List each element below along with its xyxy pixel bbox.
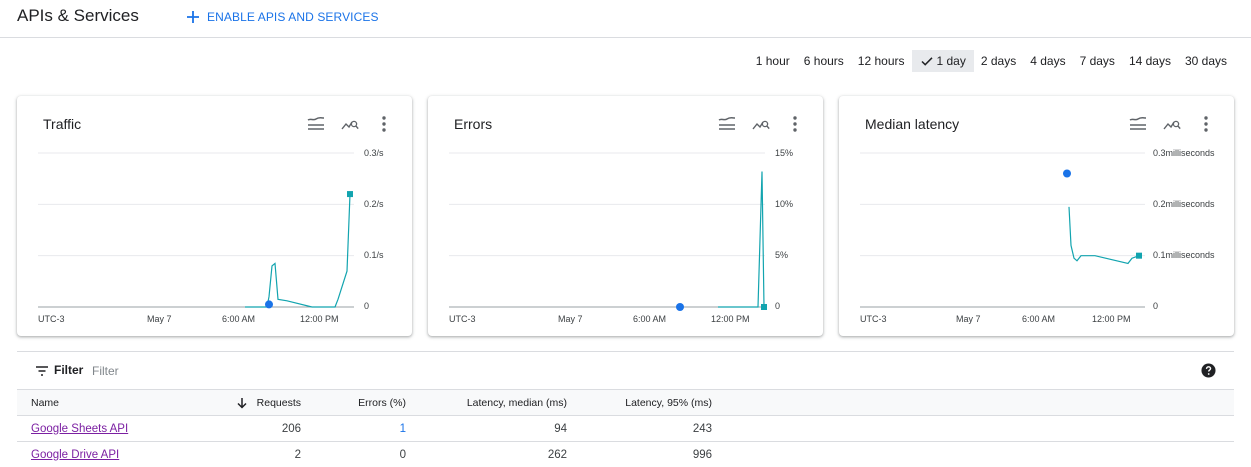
series-line xyxy=(245,194,351,308)
y-tick-label: 0 xyxy=(364,301,369,311)
column-header-latency-median[interactable]: Latency, median (ms) xyxy=(417,390,567,415)
latency-95-value: 996 xyxy=(692,448,712,461)
time-option-12-hours[interactable]: 12 hours xyxy=(851,50,912,72)
x-tick-label: 6:00 AM xyxy=(633,314,666,324)
y-tick-label: 0.3/s xyxy=(364,148,384,158)
x-tick-label: 12:00 PM xyxy=(711,314,750,324)
y-tick-label: 0.2milliseconds xyxy=(1153,199,1215,209)
median-latency-chart: 0.3milliseconds 0.2milliseconds 0.1milli… xyxy=(860,148,1215,324)
x-tick-label: 6:00 AM xyxy=(222,314,255,324)
x-tick-label: 6:00 AM xyxy=(1022,314,1055,324)
series-end-marker xyxy=(347,191,353,198)
x-tick-label: 12:00 PM xyxy=(1092,314,1131,324)
median-latency-card: Median latency 0.3milliseconds 0.2millis… xyxy=(839,96,1234,336)
errors-value[interactable]: 1 xyxy=(317,416,406,441)
column-header-requests[interactable]: Requests xyxy=(197,390,301,415)
y-tick-label: 10% xyxy=(775,199,793,209)
filter-bar: Filter xyxy=(17,351,1234,389)
column-header-latency-95[interactable]: Latency, 95% (ms) xyxy=(577,390,712,415)
page-header: APIs & Services ENABLE APIS AND SERVICES xyxy=(0,0,1251,38)
series-point xyxy=(265,300,273,309)
x-tick-label: May 7 xyxy=(147,314,172,324)
series-point xyxy=(1063,169,1071,178)
y-tick-label: 0.1/s xyxy=(364,250,384,260)
y-tick-label: 0 xyxy=(775,301,780,311)
time-option-1-day[interactable]: 1 day xyxy=(911,50,974,72)
time-range-selector: 1 hour 6 hours 12 hours 1 day 2 days 4 d… xyxy=(749,50,1234,72)
table-header: Name Requests Errors (%) Latency, median… xyxy=(17,389,1234,416)
y-tick-label: 0.1milliseconds xyxy=(1153,250,1215,260)
latency-95-value: 243 xyxy=(692,422,712,435)
x-tick-label: May 7 xyxy=(956,314,981,324)
plus-icon xyxy=(187,11,199,23)
time-option-7-days[interactable]: 7 days xyxy=(1073,50,1122,72)
errors-value: 0 xyxy=(399,448,406,461)
time-option-1-hour[interactable]: 1 hour xyxy=(749,50,797,72)
y-tick-label: 15% xyxy=(775,148,793,158)
time-option-4-days[interactable]: 4 days xyxy=(1023,50,1072,72)
column-header-name[interactable]: Name xyxy=(31,390,59,415)
table-row: Google Sheets API 206 1 94 243 xyxy=(17,416,1234,442)
latency-median-value: 262 xyxy=(547,448,567,461)
y-tick-label: 0 xyxy=(1153,301,1158,311)
help-icon[interactable] xyxy=(1201,363,1216,378)
x-tick-label: May 7 xyxy=(558,314,583,324)
errors-card: Errors 15% 10% 5% 0 UTC-3 May 7 6:00 AM … xyxy=(428,96,823,336)
time-option-30-days[interactable]: 30 days xyxy=(1178,50,1234,72)
chart-series xyxy=(245,191,353,309)
requests-value: 2 xyxy=(294,448,301,461)
column-header-label: Requests xyxy=(256,396,301,409)
chart-series xyxy=(676,171,767,311)
series-line xyxy=(1068,206,1140,265)
time-option-14-days[interactable]: 14 days xyxy=(1122,50,1178,72)
table-row: Google Drive API 2 0 262 996 xyxy=(17,442,1234,467)
filter-icon[interactable] xyxy=(35,364,49,378)
time-option-6-hours[interactable]: 6 hours xyxy=(797,50,851,72)
api-table: Name Requests Errors (%) Latency, median… xyxy=(17,389,1234,467)
time-option-label: 1 day xyxy=(936,54,966,68)
time-option-2-days[interactable]: 2 days xyxy=(974,50,1023,72)
arrow-down-icon xyxy=(237,397,247,409)
x-tick-label: UTC-3 xyxy=(449,314,476,324)
enable-apis-label: ENABLE APIS AND SERVICES xyxy=(207,10,379,24)
chart-grid xyxy=(38,152,354,308)
x-tick-label: UTC-3 xyxy=(860,314,887,324)
traffic-card: Traffic 0.3/s 0.2/s 0.1/s 0 UTC-3 May 7 … xyxy=(17,96,412,336)
filter-input[interactable] xyxy=(92,362,392,380)
traffic-chart: 0.3/s 0.2/s 0.1/s 0 UTC-3 May 7 6:00 AM … xyxy=(38,148,384,324)
latency-median-value: 94 xyxy=(554,422,567,435)
series-end-marker xyxy=(1136,252,1142,259)
x-tick-label: 12:00 PM xyxy=(300,314,339,324)
series-point xyxy=(676,303,684,311)
chart-grid xyxy=(860,152,1145,308)
filter-label: Filter xyxy=(54,363,84,377)
series-end-marker xyxy=(761,304,767,310)
requests-value: 206 xyxy=(281,422,301,435)
api-name-link[interactable]: Google Drive API xyxy=(31,442,119,467)
y-tick-label: 0.2/s xyxy=(364,199,384,209)
chart-grid xyxy=(449,152,765,308)
enable-apis-button[interactable]: ENABLE APIS AND SERVICES xyxy=(186,8,379,26)
y-tick-label: 5% xyxy=(775,250,788,260)
column-header-errors[interactable]: Errors (%) xyxy=(317,390,406,415)
y-tick-label: 0.3milliseconds xyxy=(1153,148,1215,158)
series-line xyxy=(718,171,765,308)
chart-series xyxy=(1063,169,1142,265)
check-icon xyxy=(920,57,933,66)
x-tick-label: UTC-3 xyxy=(38,314,65,324)
page-title: APIs & Services xyxy=(17,6,139,25)
errors-chart: 15% 10% 5% 0 UTC-3 May 7 6:00 AM 12:00 P… xyxy=(449,148,793,324)
api-name-link[interactable]: Google Sheets API xyxy=(31,416,128,441)
